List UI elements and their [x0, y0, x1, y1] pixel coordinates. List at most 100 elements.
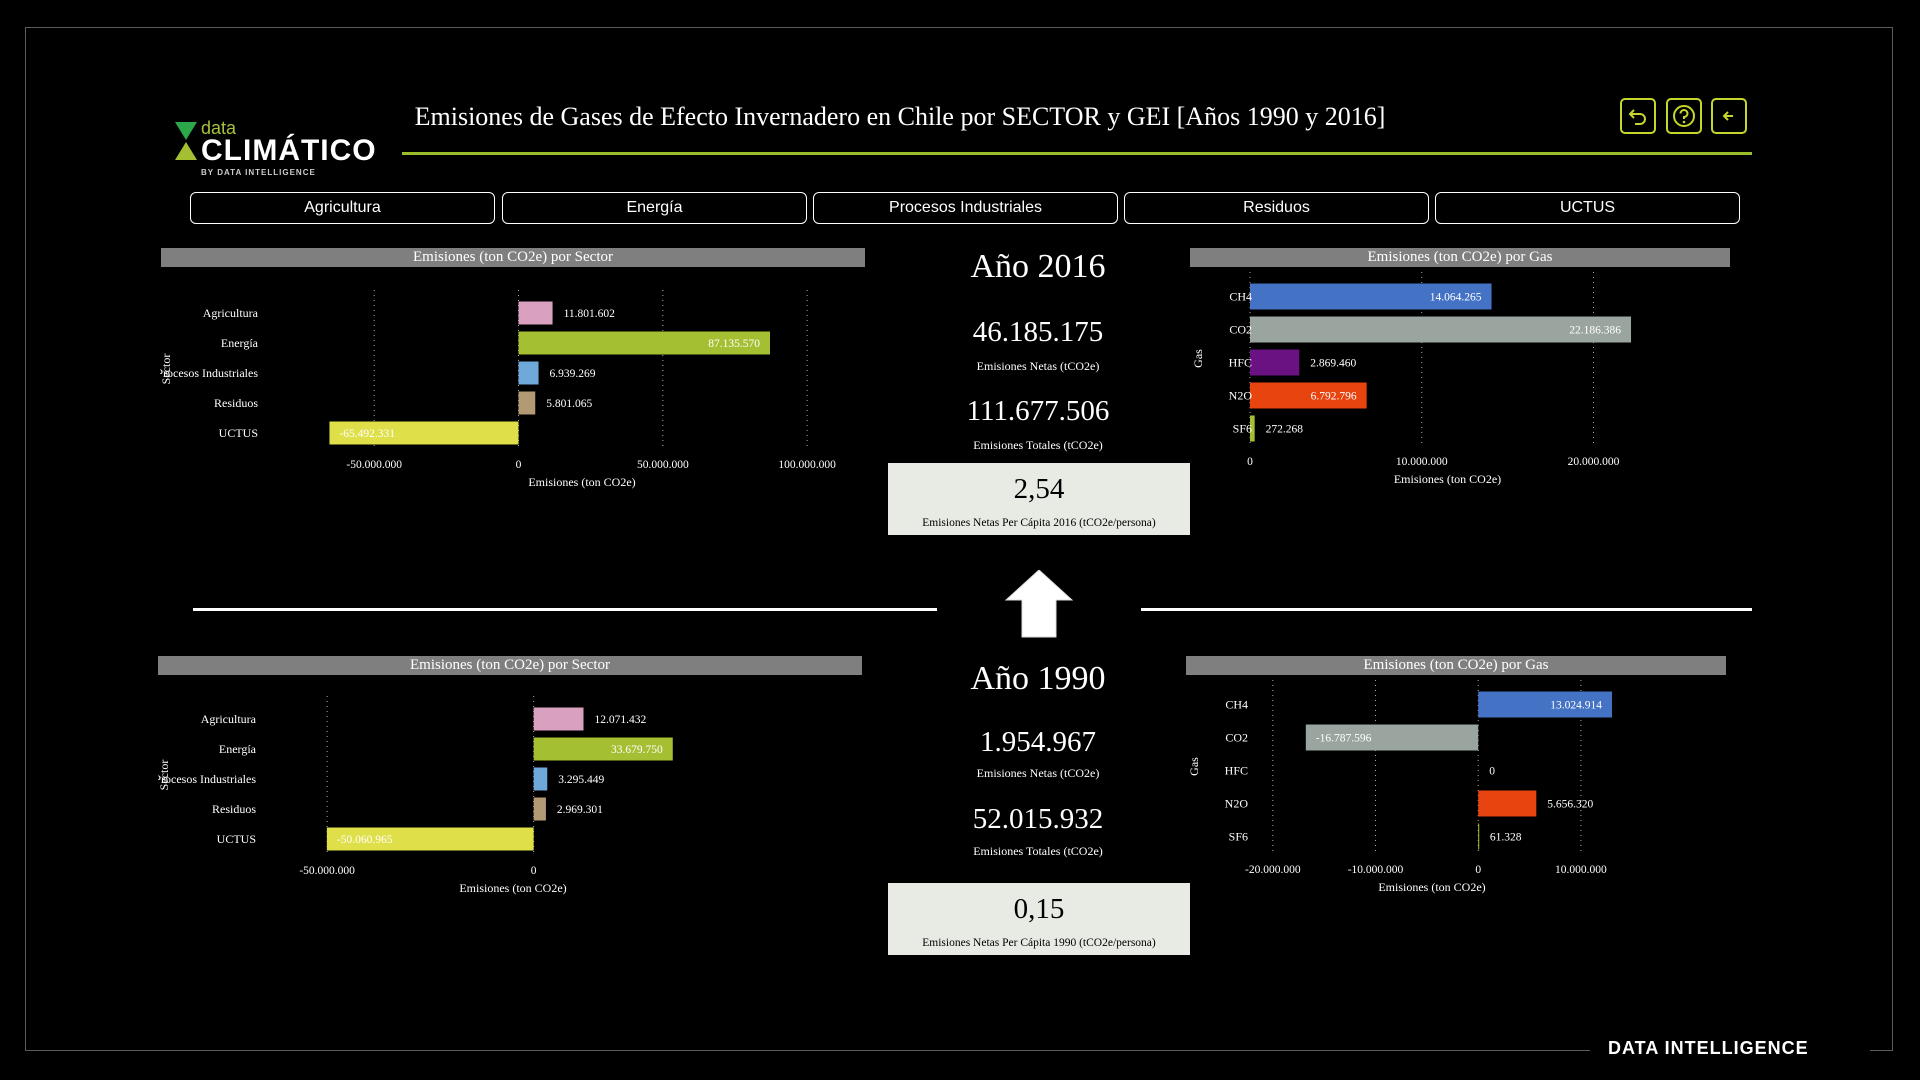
x-tick-label: 0 — [1475, 864, 1481, 876]
category-label: CO2 — [1229, 323, 1252, 337]
footer-brand: DATA INTELLIGENCE — [1608, 1038, 1809, 1058]
x-tick-label: -50.000.000 — [299, 865, 355, 877]
logo-mark-icon — [175, 122, 197, 160]
gas1990-title: Emisiones (ton CO2e) por Gas — [1186, 656, 1726, 675]
value-label: 6.939.269 — [550, 368, 596, 380]
x-tick-label: 20.000.000 — [1568, 456, 1620, 468]
x-tick-label: 100.000.000 — [778, 459, 836, 471]
per-capita-1990-card: 0,15 Emisiones Netas Per Cápita 1990 (tC… — [888, 883, 1190, 955]
undo-button[interactable] — [1620, 98, 1656, 134]
tab-agricultura[interactable]: Agricultura — [190, 192, 495, 224]
x-tick-label: 10.000.000 — [1555, 864, 1607, 876]
bar — [1478, 790, 1537, 817]
value-label: -16.787.596 — [1316, 733, 1372, 745]
x-axis-label: Emisiones (ton CO2e) — [1378, 880, 1485, 894]
category-label: CO2 — [1225, 731, 1248, 745]
x-tick-label: 0 — [531, 865, 537, 877]
x-tick-label: 50.000.000 — [637, 459, 689, 471]
x-tick-label: -50.000.000 — [346, 459, 402, 471]
value-label: -50.060.965 — [337, 834, 393, 846]
value-label: 272.268 — [1266, 424, 1304, 436]
value-label: 22.186.386 — [1569, 325, 1621, 337]
value-label: 5.656.320 — [1547, 799, 1593, 811]
y-axis-label: Gas — [1187, 757, 1201, 776]
bar — [1478, 823, 1480, 850]
bar — [533, 767, 548, 791]
x-tick-label: 0 — [1247, 456, 1253, 468]
per-capita-1990-label: Emisiones Netas Per Cápita 1990 (tCO2e/p… — [922, 937, 1156, 949]
total-emissions-1990-label: Emisiones Totales (tCO2e) — [973, 844, 1103, 858]
category-label: HFC — [1225, 764, 1248, 778]
x-axis-label: Emisiones (ton CO2e) — [1394, 472, 1501, 486]
gas-2016-chart: 0 10.000.000 20.000.000 CH4 14.064.265 CO2 22.… — [1191, 272, 1632, 486]
undo-icon — [1628, 109, 1646, 125]
x-tick-label: 10.000.000 — [1396, 456, 1448, 468]
category-label: Residuos — [214, 396, 258, 410]
y-axis-label: Sector — [160, 354, 173, 385]
category-label: UCTUS — [217, 832, 256, 846]
up-arrow-icon — [1005, 570, 1073, 638]
value-label: 13.024.914 — [1550, 700, 1602, 712]
category-label: CH4 — [1225, 698, 1248, 712]
tab-energia[interactable]: Energía — [502, 192, 807, 224]
net-emissions-2016: 46.185.175 — [972, 316, 1104, 348]
back-button[interactable] — [1711, 98, 1747, 134]
x-tick-label: -20.000.000 — [1245, 864, 1301, 876]
x-axis-label: Emisiones (ton CO2e) — [528, 475, 635, 489]
year-2016-label: Año 2016 — [970, 248, 1106, 285]
bar — [1250, 349, 1300, 376]
sector2016-title: Emisiones (ton CO2e) por Sector — [161, 248, 865, 267]
value-label: 12.071.432 — [595, 714, 647, 726]
per-capita-1990-value: 0,15 — [1013, 893, 1065, 925]
category-label: UCTUS — [219, 426, 258, 440]
per-capita-2016-value: 2,54 — [1013, 473, 1065, 505]
category-label: Procesos Industriales — [158, 772, 256, 786]
page-title: Emisiones de Gases de Efecto Invernadero… — [414, 102, 1386, 131]
bar — [533, 707, 584, 731]
value-label: 2.869.460 — [1310, 358, 1356, 370]
tab-uctus[interactable]: UCTUS — [1435, 192, 1740, 224]
sector-1990-chart: -50.000.000 0 Agricultura 12.071.432 Energía… — [158, 696, 673, 895]
tab-residuos[interactable]: Residuos — [1124, 192, 1429, 224]
category-label: Procesos Industriales — [160, 366, 258, 380]
y-axis-label: Sector — [158, 760, 171, 791]
category-label: N2O — [1225, 797, 1249, 811]
net-emissions-1990: 1.954.967 — [980, 726, 1096, 758]
category-label: N2O — [1229, 389, 1253, 403]
tab-procesos-industriales[interactable]: Procesos Industriales — [813, 192, 1118, 224]
category-label: Agricultura — [201, 712, 257, 726]
net-emissions-1990-label: Emisiones Netas (tCO2e) — [976, 766, 1100, 780]
total-emissions-2016: 111.677.506 — [966, 395, 1110, 427]
value-label: 0 — [1489, 766, 1495, 778]
data-climatico-logo: data CLIMÁTICO BY DATA INTELLIGENCE — [175, 118, 380, 188]
value-label: 33.679.750 — [611, 744, 663, 756]
help-icon — [1673, 105, 1695, 127]
value-label: 5.801.065 — [546, 398, 592, 410]
per-capita-2016-label: Emisiones Netas Per Cápita 2016 (tCO2e/p… — [922, 517, 1156, 529]
x-tick-label: -10.000.000 — [1348, 864, 1404, 876]
total-emissions-2016-label: Emisiones Totales (tCO2e) — [973, 438, 1103, 452]
divider-left — [193, 608, 937, 611]
category-label: Energía — [221, 336, 259, 350]
value-label: 87.135.570 — [708, 338, 760, 350]
year-1990-label: Año 1990 — [970, 660, 1106, 697]
category-label: SF6 — [1229, 830, 1248, 844]
value-label: 6.792.796 — [1311, 391, 1357, 403]
gas2016-title: Emisiones (ton CO2e) por Gas — [1190, 248, 1730, 267]
net-emissions-2016-label: Emisiones Netas (tCO2e) — [976, 359, 1100, 373]
bar — [518, 391, 536, 415]
logo-by-text: BY DATA INTELLIGENCE — [201, 168, 316, 177]
category-label: HFC — [1229, 356, 1252, 370]
back-arrow-icon — [1722, 111, 1733, 121]
value-label: 61.328 — [1490, 832, 1522, 844]
value-label: 3.295.449 — [558, 774, 604, 786]
per-capita-2016-card: 2,54 Emisiones Netas Per Cápita 2016 (tC… — [888, 463, 1190, 535]
title-underline — [402, 152, 1752, 155]
divider-right — [1141, 608, 1752, 611]
help-button[interactable] — [1666, 98, 1702, 134]
y-axis-label: Gas — [1191, 349, 1205, 368]
logo-big-text: CLIMÁTICO — [201, 134, 377, 167]
bar — [518, 301, 553, 325]
gas-1990-chart: -20.000.000 -10.000.000 0 10.000.000 CH4 13.0… — [1187, 680, 1612, 894]
x-tick-label: 0 — [516, 459, 522, 471]
